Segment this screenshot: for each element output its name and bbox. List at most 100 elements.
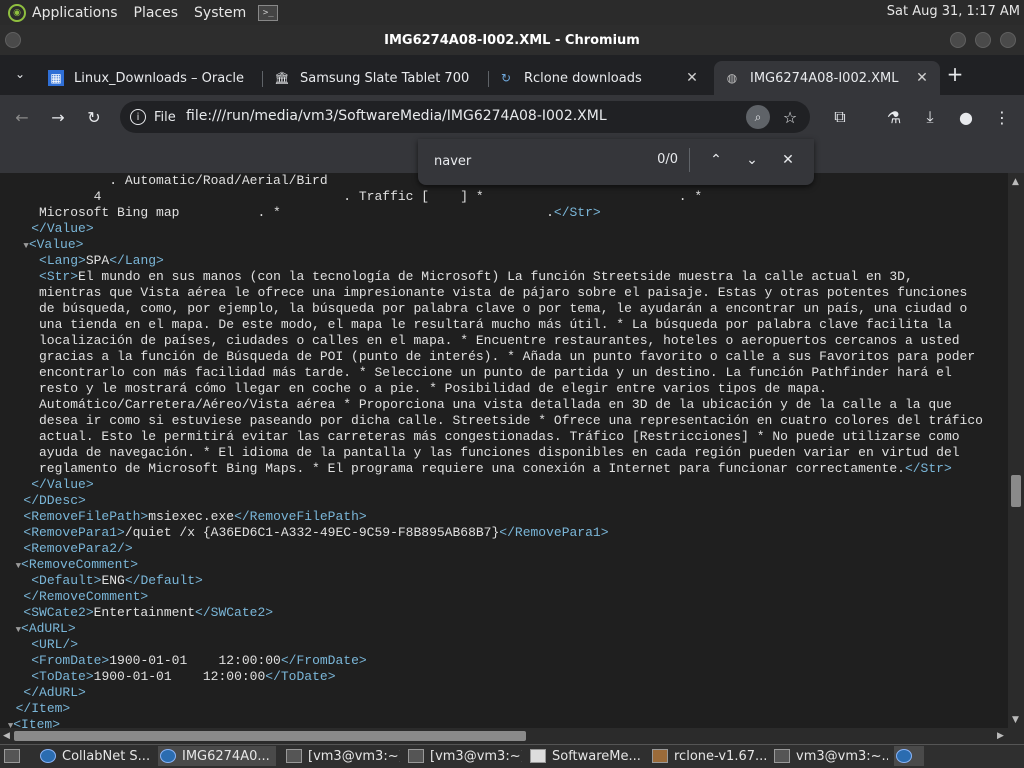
xml-line: actual. Esto le permitirá evitar las car…	[0, 429, 960, 444]
xml-line: <RemoveFilePath>msiexec.exe</RemoveFileP…	[23, 509, 367, 524]
vertical-scrollbar[interactable]	[1008, 173, 1024, 728]
folder-icon	[530, 749, 546, 763]
xml-line: <RemovePara1>/quiet /x {A36ED6C1-A332-49…	[23, 525, 609, 540]
xml-line: </Item>	[15, 701, 71, 716]
xml-line: </DDesc>	[23, 493, 86, 508]
xml-line: reglamento de Microsoft Bing Maps. * El …	[0, 461, 952, 476]
close-tab-icon[interactable]: ✕	[914, 70, 930, 86]
maximize-icon[interactable]	[975, 32, 991, 48]
minimize-icon[interactable]	[950, 32, 966, 48]
top-panel: ◉ Applications Places System >_ Sat Aug …	[0, 0, 1024, 25]
xml-line: encontrarlo con más facilidad más tarde.…	[0, 365, 952, 380]
xml-line: 4 . Traffic [ ] * . *	[0, 189, 703, 204]
window-menu-icon[interactable]	[5, 32, 21, 48]
menu-kebab-icon[interactable]: ⋮	[990, 105, 1014, 129]
forward-arrow-icon[interactable]: →	[46, 105, 70, 129]
new-tab-plus-icon[interactable]: +	[944, 62, 966, 86]
task-terminal-3[interactable]: vm3@vm3:~...	[772, 746, 888, 766]
tab-strip: ▦ Linux_Downloads – Oracle 🏛 Samsung Sla…	[0, 55, 1024, 95]
xml-line: <Str>El mundo en sus manos (con la tecno…	[39, 269, 913, 284]
vertical-scroll-thumb[interactable]	[1011, 475, 1021, 507]
site-info-chip[interactable]: i File	[130, 108, 176, 126]
task-terminal-2[interactable]: [vm3@vm3:~]	[406, 746, 522, 766]
horizontal-scroll-thumb[interactable]	[14, 731, 526, 741]
rclone-favicon-icon: ↻	[500, 71, 512, 85]
window-titlebar: IMG6274A08-I002.XML - Chromium	[0, 25, 1024, 55]
close-window-icon[interactable]	[1000, 32, 1016, 48]
xml-line: <RemovePara2/>	[23, 541, 133, 556]
xml-line: <Lang>SPA</Lang>	[39, 253, 164, 268]
bookmark-star-icon[interactable]: ☆	[778, 105, 802, 129]
package-icon	[652, 749, 668, 763]
xml-line: </AdURL>	[23, 685, 86, 700]
xml-line: ▼<Item>	[7, 717, 61, 728]
extensions-puzzle-icon[interactable]: ⧉	[828, 105, 852, 129]
find-previous-chevron-up-icon[interactable]: ⌃	[706, 150, 726, 170]
reload-icon[interactable]: ↻	[82, 105, 106, 129]
terminal-launcher-icon[interactable]: >_	[258, 4, 279, 21]
scroll-up-arrow-icon[interactable]: ▲	[1012, 177, 1019, 187]
tab-oracle[interactable]: ▦ Linux_Downloads – Oracle	[38, 61, 260, 95]
xml-viewer: . Automatic/Road/Aerial/Bird . Streetsid…	[0, 173, 1008, 728]
labs-flask-icon[interactable]: ⚗	[882, 105, 906, 129]
xml-line: gracias a la función de Búsqueda de POI …	[0, 349, 976, 364]
xml-line: </Value>	[31, 221, 94, 236]
xml-line: resto y le mostrará cómo llegar en coche…	[0, 381, 827, 396]
xml-line: <FromDate>1900-01-01 12:00:00</FromDate>	[31, 653, 367, 668]
xml-line: una tienda en el mapa. De este modo, el …	[0, 317, 952, 332]
tab-samsung[interactable]: 🏛 Samsung Slate Tablet 700	[264, 61, 486, 95]
clock[interactable]: Sat Aug 31, 1:17 AM	[887, 4, 1020, 19]
scroll-right-arrow-icon[interactable]: ▶	[997, 731, 1004, 741]
tray-chrome-icon[interactable]	[894, 746, 924, 766]
xml-line: <SWCate2>Entertainment</SWCate2>	[23, 605, 274, 620]
task-terminal-1[interactable]: [vm3@vm3:~]	[284, 746, 400, 766]
find-close-icon[interactable]: ✕	[778, 150, 798, 170]
task-softwaremedia[interactable]: SoftwareMe...	[528, 746, 644, 766]
distro-logo-icon[interactable]: ◉	[8, 3, 26, 22]
task-collabnet[interactable]: CollabNet S...	[38, 746, 154, 766]
xml-line: ▼<Value>	[23, 237, 84, 252]
terminal-icon	[286, 749, 302, 763]
terminal-icon	[774, 749, 790, 763]
scroll-corner	[1008, 728, 1024, 744]
scroll-down-arrow-icon[interactable]: ▼	[1012, 715, 1019, 725]
xml-line: localización de países, ciudades o calle…	[0, 333, 960, 348]
scroll-left-arrow-icon[interactable]: ◀	[3, 731, 10, 741]
xml-line: <Default>ENG</Default>	[31, 573, 203, 588]
show-desktop-icon[interactable]	[2, 746, 32, 766]
xml-line: desea ir como si estuviese paseando por …	[0, 413, 983, 428]
tab-search-chevron-icon[interactable]: ⌄	[10, 64, 30, 84]
xml-line: </Value>	[31, 477, 94, 492]
xml-line: de búsqueda, como, por ejemplo, la búsqu…	[0, 301, 968, 316]
terminal-icon	[408, 749, 424, 763]
download-icon[interactable]: ⤓	[918, 105, 942, 129]
xml-line: ▼<RemoveComment>	[15, 557, 139, 572]
chrome-icon	[160, 749, 176, 763]
tab-rclone[interactable]: ↻ Rclone downloads ✕	[488, 61, 710, 95]
find-input[interactable]	[434, 152, 634, 170]
xml-line: </RemoveComment>	[23, 589, 149, 604]
xml-line: ▼<AdURL>	[15, 621, 76, 636]
xml-line: <ToDate>1900-01-01 12:00:00</ToDate>	[31, 669, 336, 684]
back-arrow-icon[interactable]: ←	[10, 105, 34, 129]
info-icon: i	[130, 109, 146, 125]
chrome-icon	[40, 749, 56, 763]
close-tab-icon[interactable]: ✕	[684, 70, 700, 86]
task-img-xml[interactable]: IMG6274A0...	[158, 746, 276, 766]
applications-menu[interactable]: Applications	[32, 5, 126, 21]
xml-line: mientras que Vista aérea le ofrece una i…	[0, 285, 968, 300]
xml-line: Automático/Carretera/Aéreo/Vista aérea *…	[0, 397, 952, 412]
task-rclone[interactable]: rclone-v1.67....	[650, 746, 766, 766]
profile-avatar-icon[interactable]: ●	[954, 105, 978, 129]
tab-xml-active[interactable]: ◍ IMG6274A08-I002.XML ✕	[714, 61, 940, 95]
xml-source: . Automatic/Road/Aerial/Bird . Streetsid…	[0, 173, 1008, 728]
oracle-favicon-icon: ▦	[48, 70, 64, 86]
find-next-chevron-down-icon[interactable]: ⌄	[742, 150, 762, 170]
places-menu[interactable]: Places	[134, 5, 187, 21]
system-menu[interactable]: System	[194, 5, 254, 21]
window-title: IMG6274A08-I002.XML - Chromium	[384, 32, 640, 48]
find-in-page-icon[interactable]: ⌕	[746, 105, 770, 129]
url-text[interactable]: file:///run/media/vm3/SoftwareMedia/IMG6…	[186, 108, 607, 124]
bank-favicon-icon: 🏛	[274, 71, 290, 85]
xml-line: <URL/>	[31, 637, 79, 652]
